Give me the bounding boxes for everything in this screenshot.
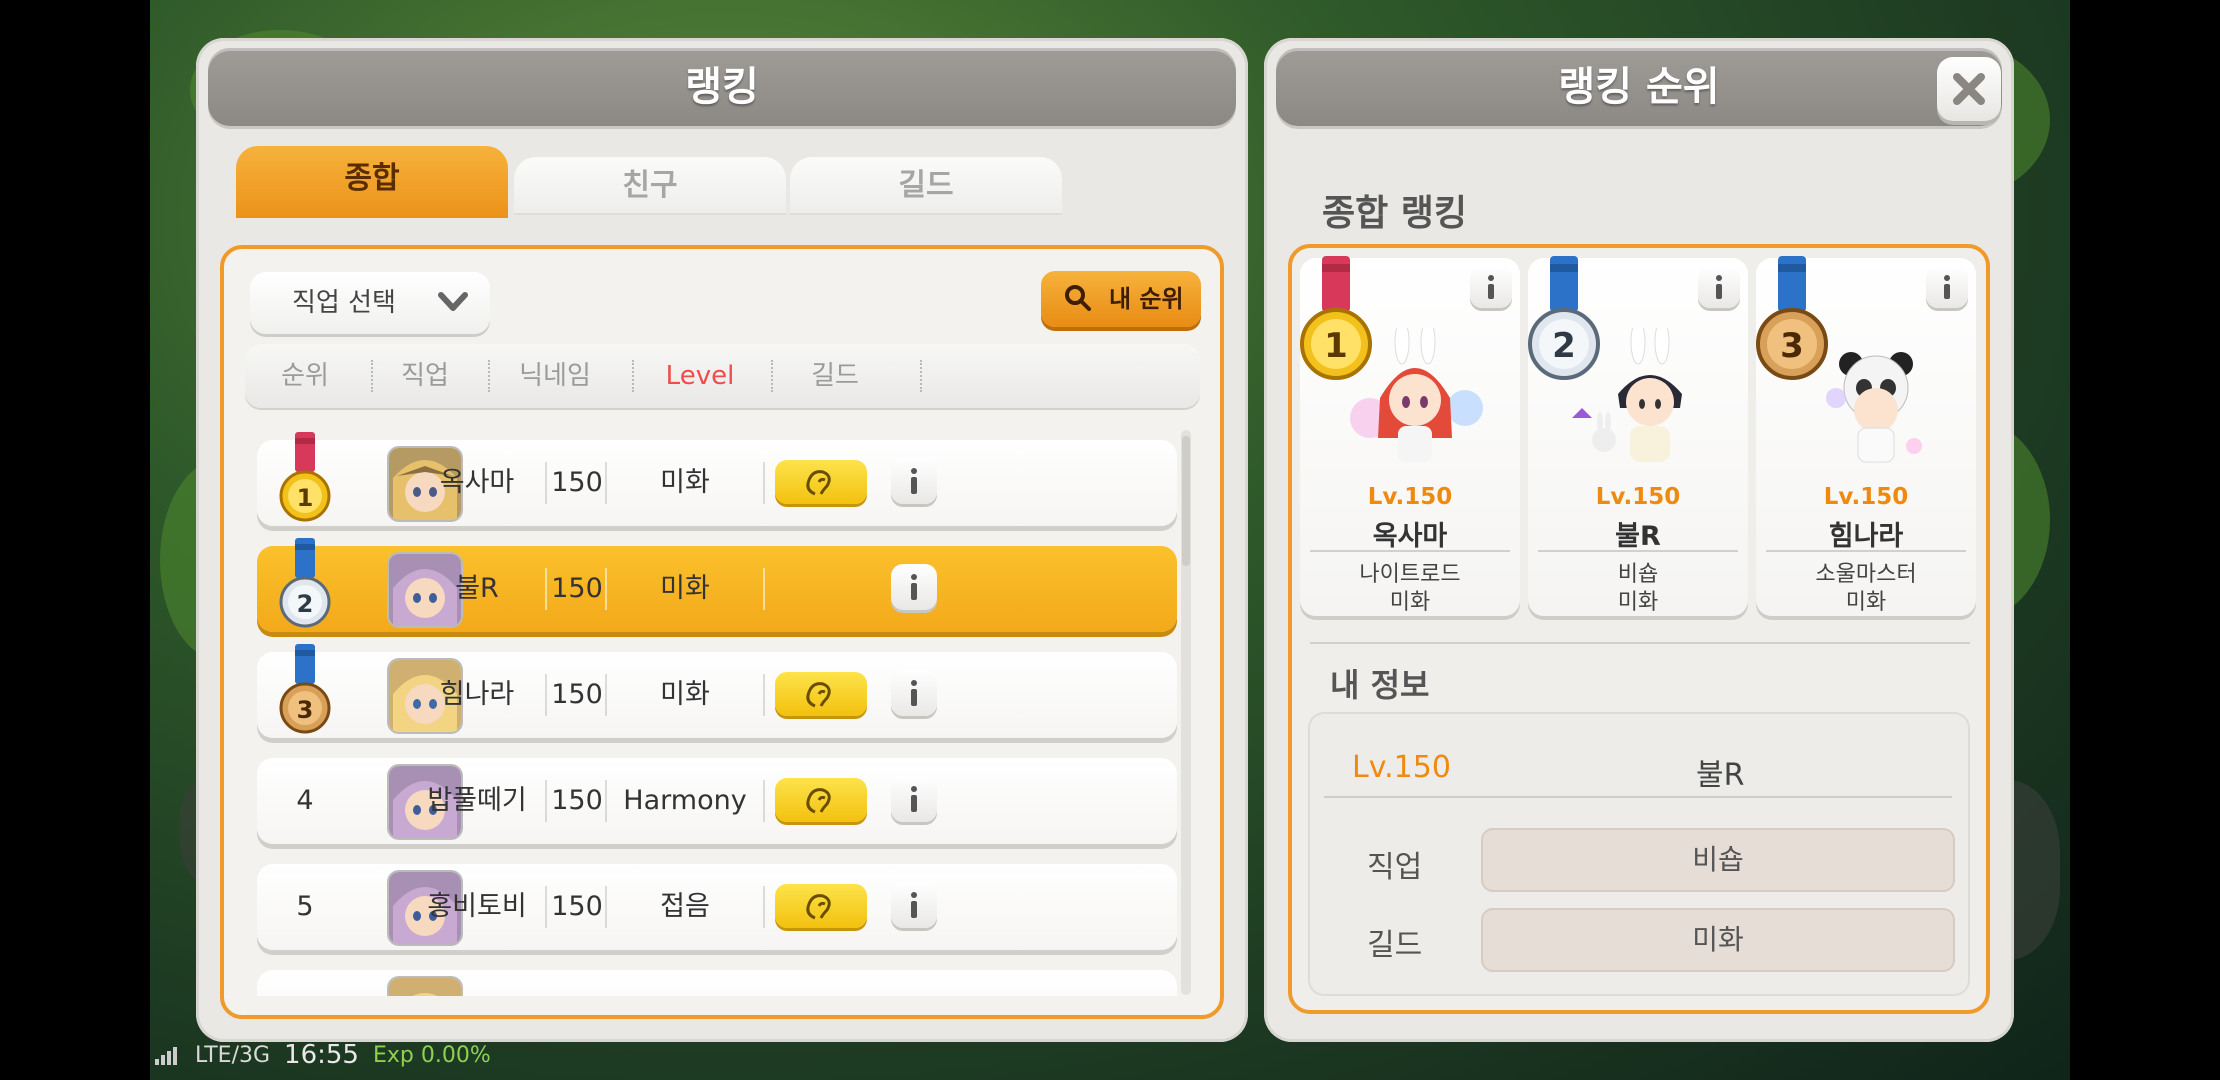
rank-number: 5 [296,891,314,922]
level: 150 [551,467,603,498]
level: 150 [551,573,603,604]
info-button[interactable] [891,670,937,716]
search-icon [1065,285,1091,311]
my-rank-label: 내 순위 [1109,285,1184,313]
info-button[interactable] [1926,266,1968,308]
level: 150 [551,891,603,922]
nickname: 옥사마 [439,467,515,498]
bronze-medal-icon: 3 [279,644,331,734]
col-nickname: 닉네임 [519,361,591,391]
game-screen: LTE/3G 16:55 Exp 0.00% 랭킹 종합 친구 길드 직업 선택… [0,0,2220,1080]
guild: 미화 [660,679,710,710]
chevron-down-icon [438,292,468,311]
ranking-table-header: 순위 직업 닉네임 Level 길드 [245,344,1200,408]
network-type: LTE/3G [195,1042,271,1068]
ranking-detail-title: 랭킹 순위 [1276,48,2002,126]
rank-level: Lv.150 [1367,484,1453,510]
rank-nickname: 옥사마 [1372,521,1448,552]
job-select-label: 직업 선택 [292,288,396,318]
table-row[interactable]: 4 밥풀떼기 150 Harmony [257,758,1177,844]
tab-overall[interactable]: 종합 [236,146,508,218]
info-button[interactable] [891,776,937,822]
avatar [389,978,461,996]
table-row[interactable] [257,970,1177,996]
tab-guild[interactable]: 길드 [790,157,1062,215]
guild: 접음 [660,891,710,922]
my-level: Lv.150 [1352,750,1451,785]
close-icon [1953,73,1985,105]
my-rank-button[interactable]: 내 순위 [1041,271,1201,327]
top-rank-card-2[interactable]: 2 Lv.150 불R 비숍 미화 [1528,256,1748,616]
rank-level: Lv.150 [1595,484,1681,510]
character-sprite [1572,328,1682,462]
nickname: 불R [455,573,499,604]
nickname: 홍비토비 [427,891,527,922]
col-guild: 길드 [811,361,859,391]
ear-icon [806,470,831,496]
guild: Harmony [623,785,747,816]
overall-ranking-title: 종합 랭킹 [1322,193,1468,234]
svg-text:3: 3 [297,696,314,724]
table-row[interactable]: 3 힘나라 150 미화 [257,644,1177,738]
nickname: 힘나라 [439,679,515,710]
rank-number: 4 [296,785,314,816]
info-button[interactable] [1698,266,1740,308]
whisper-button[interactable] [775,778,867,822]
col-level[interactable]: Level [645,344,755,408]
status-bar: LTE/3G 16:55 Exp 0.00% [155,1040,491,1070]
ear-icon [806,788,831,814]
ranking-title: 랭킹 [208,48,1236,126]
exp-readout: Exp 0.00% [372,1042,491,1068]
scrollbar-thumb[interactable] [1182,436,1190,566]
character-sprite [1826,352,1922,463]
list-scrollbar[interactable] [1181,430,1191,995]
job-label: 직업 [1367,850,1423,885]
top-rank-card-1[interactable]: 1 Lv.150 옥사마 나이트로드 미화 [1300,256,1520,616]
info-button[interactable] [891,564,937,610]
info-button[interactable] [1470,266,1512,308]
my-info-title: 내 정보 [1330,666,1430,704]
guild-label: 길드 [1367,928,1423,963]
guild: 미화 [660,573,710,604]
rank-nickname: 불R [1615,521,1661,552]
ear-icon [806,682,831,708]
signal-icon [155,1045,181,1065]
job-select-dropdown[interactable]: 직업 선택 [250,272,490,334]
guild-value: 미화 [1481,908,1955,972]
tab-friends[interactable]: 친구 [514,157,786,215]
svg-text:1: 1 [297,484,314,512]
table-row[interactable]: 1 옥사마 150 미화 [257,432,1177,526]
col-rank: 순위 [281,361,329,391]
rank-level: Lv.150 [1823,484,1909,510]
ranking-rows: 1 옥사마 150 미화 2 불R 150 미화 3 힘나라 150 미화 4 … [253,428,1183,996]
svg-text:2: 2 [297,590,314,618]
my-info-divider [1324,796,1952,798]
col-job: 직업 [401,361,449,391]
level: 150 [551,785,603,816]
job-value: 비숍 [1481,828,1955,892]
ear-icon [806,894,831,920]
whisper-button[interactable] [775,672,867,716]
info-button[interactable] [891,882,937,928]
close-button[interactable] [1937,57,2001,121]
table-row-me[interactable]: 2 불R 150 미화 [257,538,1177,632]
top-rank-card-3[interactable]: 3 Lv.150 힘나라 소울마스터 미화 [1756,256,1976,616]
nickname: 밥풀떼기 [427,785,527,816]
character-sprite [1350,328,1483,462]
clock: 16:55 [284,1040,359,1070]
info-button[interactable] [891,458,937,504]
rank-guild: 미화 [1389,590,1431,615]
whisper-button[interactable] [775,884,867,928]
silver-medal-icon: 2 [279,538,331,628]
level: 150 [551,679,603,710]
whisper-button[interactable] [775,460,867,504]
my-nickname: 불R [1696,758,1745,793]
gold-medal-icon: 1 [279,432,331,522]
rank-guild: 미화 [1617,590,1659,615]
rank-nickname: 힘나라 [1828,521,1904,552]
table-row[interactable]: 5 홍비토비 150 접음 [257,864,1177,950]
rank-guild: 미화 [1845,590,1887,615]
guild: 미화 [660,467,710,498]
section-divider [1310,642,1970,644]
